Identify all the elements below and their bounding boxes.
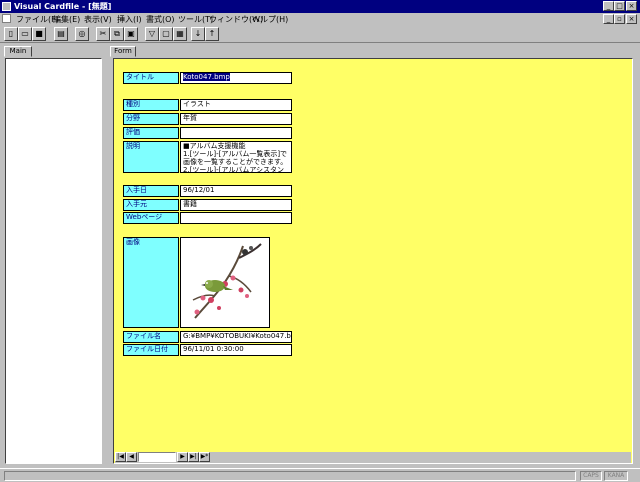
status-bar: CAPS KANA [0,468,640,482]
prev-record-button[interactable]: ◀ [126,452,137,462]
title-bar: Visual Cardfile - [無題] _ □ × [0,0,640,13]
first-record-button[interactable]: |◀ [115,452,126,462]
app-icon[interactable] [2,2,11,11]
date-acquired-field[interactable]: 96/12/01 [180,185,292,197]
new-record-button[interactable]: ▶* [199,452,210,462]
table-view-icon[interactable]: ▦ [173,27,187,41]
kind-field[interactable]: イラスト [180,99,292,111]
title-label: タイトル [123,72,179,84]
doc-minimize-button[interactable]: _ [603,14,614,24]
menu-edit[interactable]: 編集(E) [53,14,80,25]
maximize-button[interactable]: □ [614,1,625,11]
paste-icon[interactable]: ▣ [124,27,138,41]
menu-view[interactable]: 表示(V) [84,14,112,25]
menu-tools[interactable]: ツール(T) [178,14,213,25]
filename-field[interactable]: G:¥BMP¥KOTOBUKI¥Koto047.bmp [180,331,292,343]
doc-restore-button[interactable]: ▫ [614,14,625,24]
filename-label: ファイル名 [123,331,179,343]
rating-field[interactable] [180,127,292,139]
bird-plum-image[interactable] [180,237,270,328]
sort-ascending-icon[interactable]: ↓ [191,27,205,41]
print-icon[interactable]: ▤ [54,27,68,41]
record-position-slider[interactable] [138,452,176,462]
document-icon[interactable] [2,14,11,23]
copy-icon[interactable]: ⧉ [110,27,124,41]
tab-main[interactable]: Main [4,46,32,57]
source-field[interactable]: 書籍 [180,199,292,211]
toolbar: ▯ ▭ ■ ▤ ◎ ✂ ⧉ ▣ ▽ ▢ ▦ ↓ ↑ [0,25,640,43]
rating-label: 評価 [123,127,179,139]
image-label: 画像 [123,237,179,328]
filter-icon[interactable]: ▽ [145,27,159,41]
menu-help[interactable]: ヘルプ(H) [252,14,288,25]
menu-insert[interactable]: 挿入(I) [117,14,142,25]
field-field[interactable]: 年賀 [180,113,292,125]
menu-bar: ファイル(F) 編集(E) 表示(V) 挿入(I) 書式(O) ツール(T) ウ… [0,13,640,25]
doc-close-button[interactable]: × [626,14,637,24]
save-icon[interactable]: ■ [32,27,46,41]
next-record-button[interactable]: ▶ [177,452,188,462]
webpage-label: Webページ [123,212,179,224]
open-folder-icon[interactable]: ▭ [18,27,32,41]
title-field[interactable]: Koto047.bmp [180,72,292,84]
close-button[interactable]: × [626,1,637,11]
field-label: 分野 [123,113,179,125]
date-acquired-label: 入手日 [123,185,179,197]
sort-descending-icon[interactable]: ↑ [205,27,219,41]
status-message [4,471,576,481]
record-navigator: |◀ ◀ ▶ ▶| ▶* [115,452,631,463]
cut-icon[interactable]: ✂ [96,27,110,41]
file-date-label: ファイル日付 [123,344,179,356]
kana-indicator: KANA [604,471,628,481]
find-icon[interactable]: ◎ [75,27,89,41]
kind-label: 種別 [123,99,179,111]
window-title: Visual Cardfile - [無題] [14,2,112,11]
tab-form[interactable]: Form [110,46,136,57]
description-field[interactable]: ■アルバム支援機能 1.[ツール]-[アルバム一覧表示]で 画像を一覧することが… [180,141,292,173]
last-record-button[interactable]: ▶| [188,452,199,462]
new-file-icon[interactable]: ▯ [4,27,18,41]
minimize-button[interactable]: _ [603,1,614,11]
description-label: 説明 [123,141,179,173]
webpage-field[interactable] [180,212,292,224]
source-label: 入手元 [123,199,179,211]
file-date-field[interactable]: 96/11/01 0:30:00 [180,344,292,356]
form-view-icon[interactable]: ▢ [159,27,173,41]
main-list-panel[interactable] [5,58,102,464]
title-value: Koto047.bmp [183,73,230,81]
caps-indicator: CAPS [580,471,602,481]
menu-format[interactable]: 書式(O) [146,14,175,25]
